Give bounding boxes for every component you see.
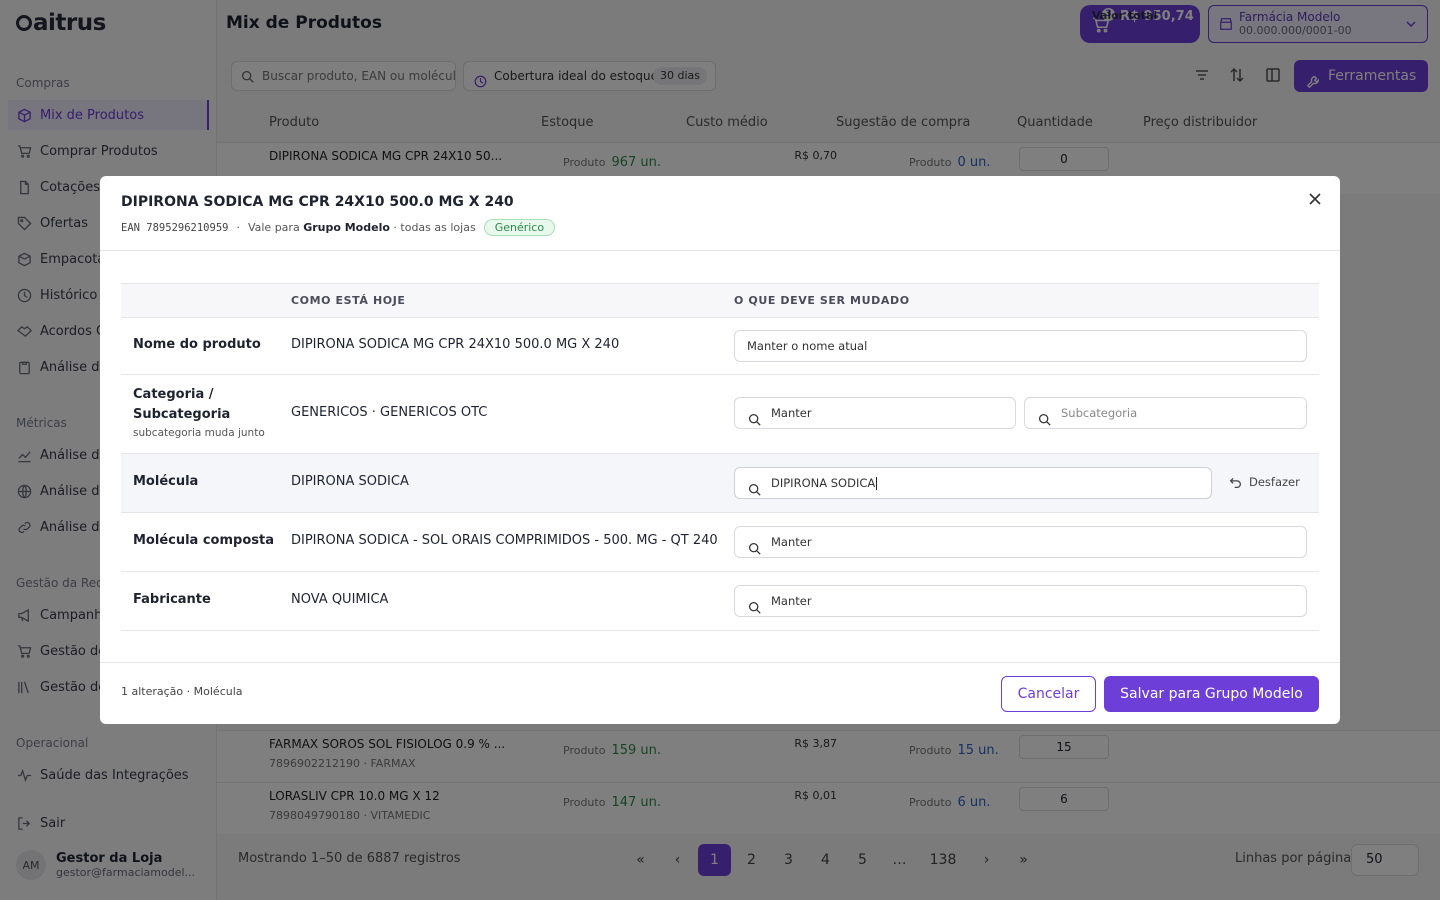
text-caret (876, 477, 878, 490)
ean-code: EAN 7895296210959 (121, 221, 229, 234)
change-row-manufacturer: Fabricante NOVA QUIMICA Manter (121, 572, 1319, 631)
change-row-name: Nome do produto DIPIRONA SODICA MG CPR 2… (121, 318, 1319, 375)
category-search-input[interactable]: Manter (734, 397, 1016, 429)
composite-molecule-search-input[interactable]: Manter (734, 526, 1307, 558)
scope-group: Grupo Modelo (303, 221, 390, 234)
save-button[interactable]: Salvar para Grupo Modelo (1104, 676, 1319, 712)
subcategory-search-input[interactable]: Subcategoria (1024, 397, 1307, 429)
undo-button[interactable]: Desfazer (1229, 475, 1300, 489)
search-icon (748, 477, 761, 507)
search-icon (1038, 407, 1051, 437)
modal-title: DIPIRONA SODICA MG CPR 24X10 500.0 MG X … (121, 194, 514, 210)
modal-meta: EAN 7895296210959 · Vale para Grupo Mode… (121, 219, 556, 236)
cancel-button[interactable]: Cancelar (1001, 676, 1096, 712)
search-icon (748, 536, 761, 566)
change-row-composite: Molécula composta DIPIRONA SODICA - SOL … (121, 513, 1319, 572)
molecule-search-input[interactable]: DIPIRONA SODICA (734, 467, 1212, 499)
product-name-input[interactable]: Manter o nome atual (734, 330, 1307, 362)
divider (100, 662, 1340, 663)
edit-product-modal: DIPIRONA SODICA MG CPR 24X10 500.0 MG X … (100, 176, 1340, 724)
change-row-molecule: Molécula DIPIRONA SODICA DIPIRONA SODICA… (121, 454, 1319, 513)
change-row-category: Categoria / Subcategoria subcategoria mu… (121, 375, 1319, 454)
change-table-header: COMO ESTÁ HOJE O QUE DEVE SER MUDADO (121, 284, 1319, 318)
undo-icon (1229, 476, 1242, 489)
generic-badge: Genérico (483, 219, 556, 236)
manufacturer-search-input[interactable]: Manter (734, 585, 1307, 617)
search-icon (748, 595, 761, 625)
close-icon[interactable] (1308, 192, 1322, 206)
change-table: COMO ESTÁ HOJE O QUE DEVE SER MUDADO Nom… (121, 283, 1319, 631)
divider (100, 250, 1340, 251)
change-summary: 1 alteração · Molécula (121, 685, 243, 698)
search-icon (748, 407, 761, 437)
